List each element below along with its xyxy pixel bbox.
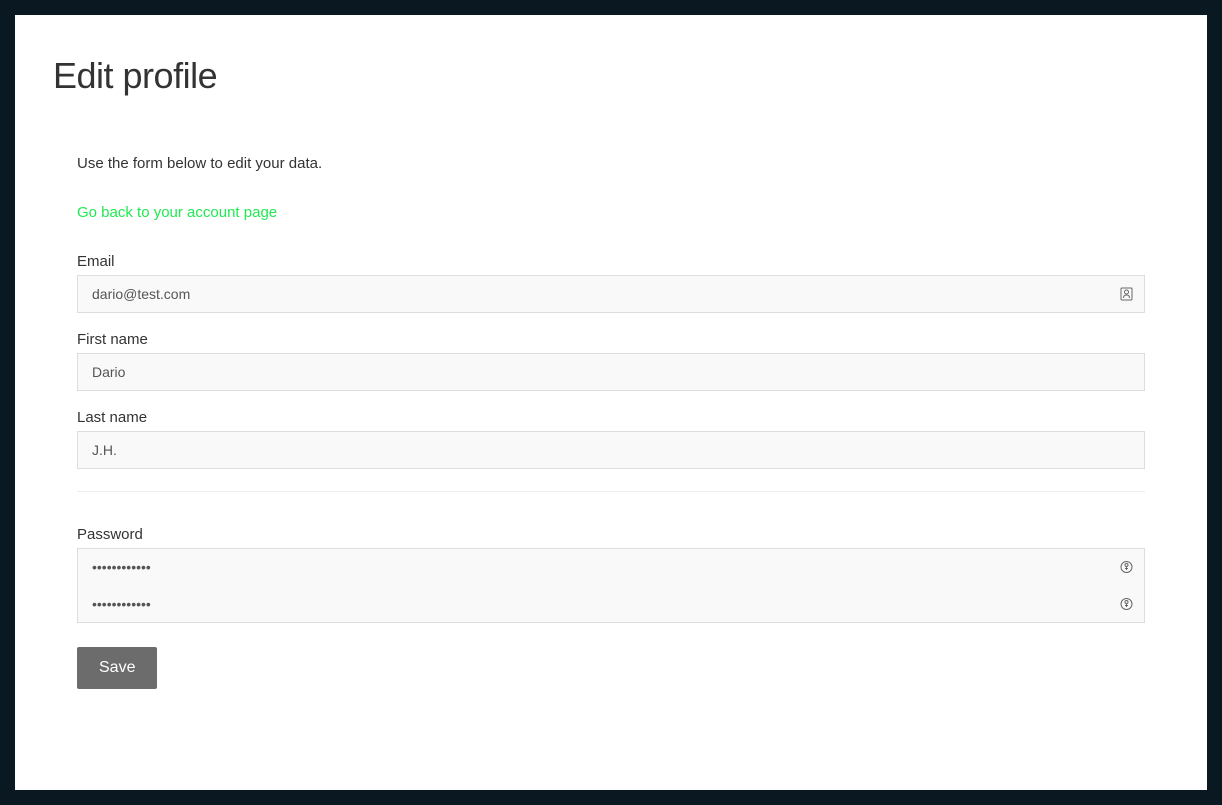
first-name-input-wrapper [77, 353, 1145, 391]
edit-profile-form: Email First name [77, 253, 1145, 689]
page-title: Edit profile [53, 55, 1169, 97]
email-group: Email [77, 253, 1145, 313]
password-input[interactable] [77, 548, 1145, 586]
content-block: Use the form below to edit your data. Go… [53, 155, 1169, 689]
back-to-account-link[interactable]: Go back to your account page [77, 204, 277, 221]
first-name-input[interactable] [77, 353, 1145, 391]
first-name-group: First name [77, 331, 1145, 391]
section-divider [77, 491, 1145, 492]
last-name-input-wrapper [77, 431, 1145, 469]
email-input[interactable] [77, 275, 1145, 313]
save-button[interactable]: Save [77, 647, 157, 689]
password-confirm-input[interactable] [77, 585, 1145, 623]
intro-text: Use the form below to edit your data. [77, 155, 1145, 172]
first-name-label: First name [77, 331, 1145, 348]
page-container: Edit profile Use the form below to edit … [15, 15, 1207, 790]
password-confirm-input-wrapper [77, 585, 1145, 623]
email-label: Email [77, 253, 1145, 270]
password-label: Password [77, 526, 1145, 543]
last-name-input[interactable] [77, 431, 1145, 469]
password-group: Password [77, 526, 1145, 623]
email-input-wrapper [77, 275, 1145, 313]
last-name-group: Last name [77, 409, 1145, 469]
last-name-label: Last name [77, 409, 1145, 426]
password-input-wrapper [77, 548, 1145, 586]
